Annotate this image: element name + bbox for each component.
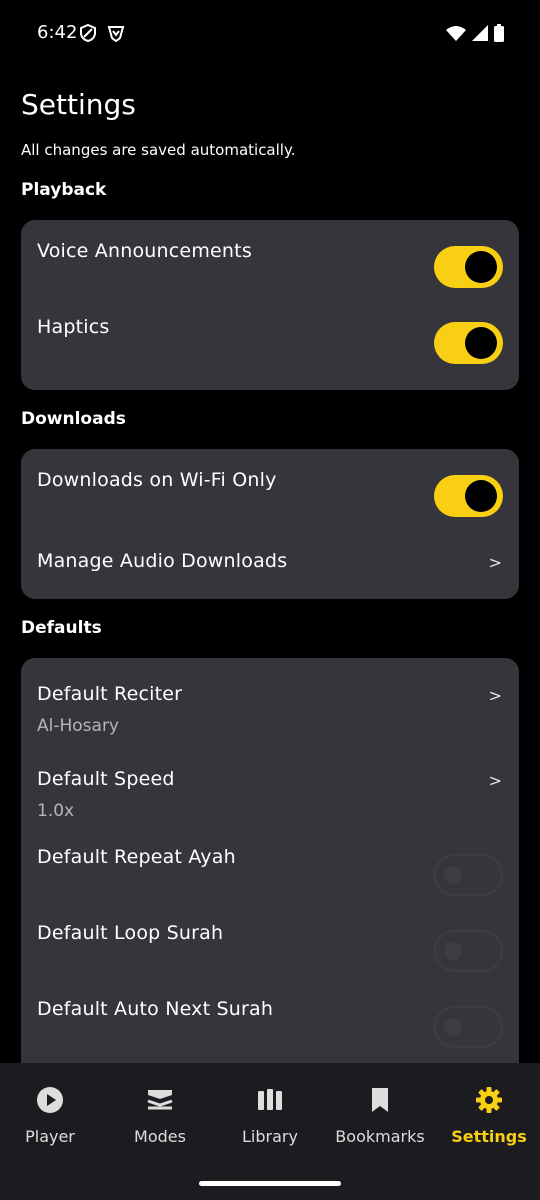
brave-icon <box>107 24 125 46</box>
default-auto-next-row[interactable]: Default Auto Next Surah <box>21 976 519 1052</box>
default-loop-surah-toggle[interactable] <box>434 930 503 972</box>
voice-announcements-label: Voice Announcements <box>37 240 252 262</box>
haptics-label: Haptics <box>37 316 110 338</box>
nav-label: Settings <box>451 1127 527 1146</box>
default-auto-next-label: Default Auto Next Surah <box>37 998 274 1020</box>
shield-icon <box>80 23 96 46</box>
section-header-playback: Playback <box>21 180 107 200</box>
default-repeat-ayah-label: Default Repeat Ayah <box>37 846 236 868</box>
default-repeat-ayah-toggle[interactable] <box>434 854 503 896</box>
default-loop-surah-label: Default Loop Surah <box>37 922 224 944</box>
layers-icon <box>145 1085 175 1115</box>
nav-label: Modes <box>134 1127 186 1146</box>
toggle-knob <box>465 327 497 359</box>
section-header-defaults: Defaults <box>21 618 102 638</box>
chevron-right-icon: > <box>488 686 502 705</box>
toggle-knob <box>465 251 497 283</box>
chevron-right-icon: > <box>488 771 502 790</box>
default-auto-next-toggle[interactable] <box>434 1006 503 1048</box>
nav-label: Library <box>242 1127 298 1146</box>
default-loop-surah-row[interactable]: Default Loop Surah <box>21 900 519 976</box>
nav-settings[interactable]: Settings <box>434 1063 540 1163</box>
toggle-knob <box>444 942 462 960</box>
status-bar: 6:42 <box>0 0 540 66</box>
bookmark-icon <box>365 1085 395 1115</box>
default-repeat-ayah-row[interactable]: Default Repeat Ayah <box>21 824 519 900</box>
play-circle-icon <box>35 1085 65 1115</box>
manage-downloads-label: Manage Audio Downloads <box>37 550 288 572</box>
default-reciter-label: Default Reciter <box>37 683 183 705</box>
manage-downloads-row[interactable]: Manage Audio Downloads > <box>21 533 519 599</box>
status-time: 6:42 <box>37 22 78 43</box>
haptics-row[interactable]: Haptics <box>21 304 519 390</box>
wifi-only-toggle[interactable] <box>434 475 503 517</box>
default-speed-row[interactable]: Default Speed 1.0x > <box>21 744 519 824</box>
nav-player[interactable]: Player <box>0 1063 105 1163</box>
gear-icon <box>474 1085 504 1115</box>
section-header-downloads: Downloads <box>21 409 126 429</box>
cell-signal-icon <box>472 25 488 45</box>
default-reciter-value: Al-Hosary <box>37 716 119 736</box>
home-indicator[interactable] <box>199 1181 341 1186</box>
battery-icon <box>494 24 504 46</box>
nav-label: Player <box>25 1127 75 1146</box>
playback-card: Voice Announcements Haptics <box>21 220 519 390</box>
chevron-right-icon: > <box>488 553 502 572</box>
bottom-nav: Player Modes Library Bookmarks Settings <box>0 1063 540 1200</box>
voice-announcements-toggle[interactable] <box>434 246 503 288</box>
nav-modes[interactable]: Modes <box>105 1063 215 1163</box>
wifi-icon <box>446 25 466 45</box>
nav-library[interactable]: Library <box>215 1063 325 1163</box>
wifi-only-row[interactable]: Downloads on Wi-Fi Only <box>21 449 519 533</box>
wifi-only-label: Downloads on Wi-Fi Only <box>37 469 277 491</box>
toggle-knob <box>465 480 497 512</box>
defaults-card: Default Reciter Al-Hosary > Default Spee… <box>21 658 519 1078</box>
default-speed-value: 1.0x <box>37 801 75 821</box>
page-subtitle: All changes are saved automatically. <box>21 141 296 159</box>
default-reciter-row[interactable]: Default Reciter Al-Hosary > <box>21 658 519 744</box>
voice-announcements-row[interactable]: Voice Announcements <box>21 220 519 304</box>
downloads-card: Downloads on Wi-Fi Only Manage Audio Dow… <box>21 449 519 599</box>
haptics-toggle[interactable] <box>434 322 503 364</box>
status-right <box>446 24 504 46</box>
page-title: Settings <box>21 88 136 121</box>
toggle-knob <box>444 1018 462 1036</box>
nav-bookmarks[interactable]: Bookmarks <box>325 1063 435 1163</box>
toggle-knob <box>444 866 462 884</box>
nav-label: Bookmarks <box>335 1127 425 1146</box>
library-icon <box>255 1085 285 1115</box>
default-speed-label: Default Speed <box>37 768 175 790</box>
